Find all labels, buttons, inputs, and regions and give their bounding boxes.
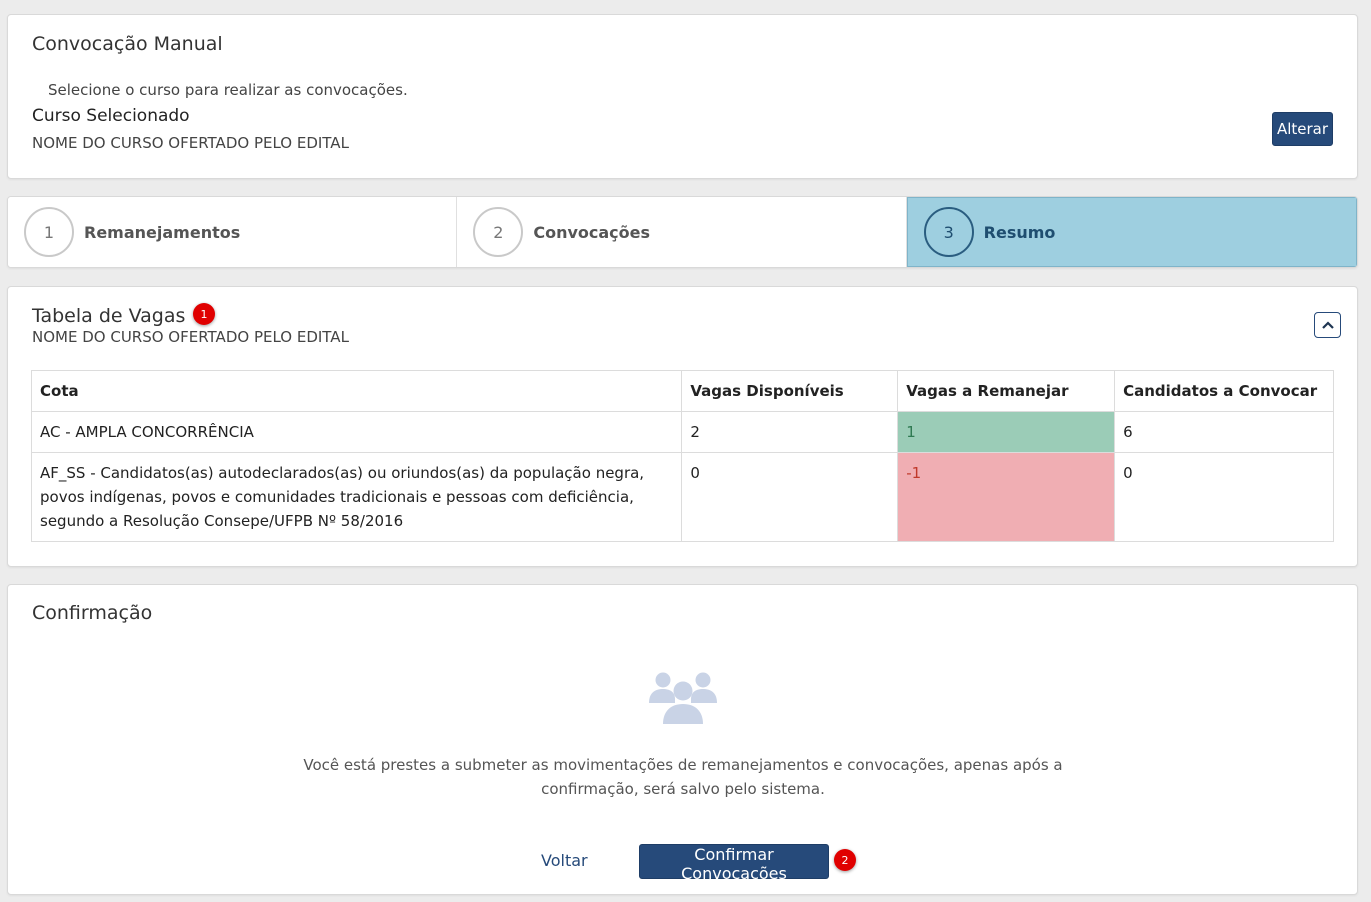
candidatos-convocar-cell: 0 — [1114, 452, 1334, 542]
candidatos-convocar-cell: 6 — [1114, 411, 1334, 453]
back-link[interactable]: Voltar — [541, 851, 588, 870]
vagas-remanejar-cell: 1 — [897, 411, 1116, 453]
step-label: Remanejamentos — [84, 222, 241, 242]
vagas-table-title: Tabela de Vagas — [32, 305, 186, 327]
page-title: Convocação Manual — [32, 33, 223, 55]
confirm-convocations-button[interactable]: Confirmar Convocações — [639, 844, 829, 883]
annotation-badge: 2 — [834, 849, 856, 871]
vagas-disponiveis-cell: 0 — [681, 452, 899, 542]
table-header-row: Cota Vagas Disponíveis Vagas a Remanejar… — [30, 370, 1334, 412]
step-remanejamentos[interactable]: 1 Remanejamentos — [8, 197, 458, 267]
chevron-up-icon — [1321, 321, 1334, 329]
step-label: Resumo — [983, 222, 1056, 242]
step-convocacoes[interactable]: 2 Convocações — [457, 197, 907, 267]
course-selection-card: Convocação Manual Selecione o curso para… — [7, 14, 1358, 179]
step-number: 2 — [473, 207, 524, 257]
vagas-table-card: Tabela de Vagas 1 NOME DO CURSO OFERTADO… — [7, 286, 1358, 567]
collapse-button[interactable] — [1314, 312, 1341, 338]
confirmation-card: Confirmação Você está prestes a submeter… — [7, 584, 1358, 895]
confirmation-message: Você está prestes a submeter as moviment… — [303, 756, 1063, 798]
step-number: 3 — [923, 207, 974, 257]
alter-course-button[interactable]: Alterar — [1272, 112, 1333, 146]
column-header: Candidatos a Convocar — [1114, 370, 1334, 412]
step-number: 1 — [24, 207, 74, 257]
confirmation-title: Confirmação — [32, 602, 153, 624]
vagas-disponiveis-cell: 2 — [681, 411, 899, 453]
step-resumo[interactable]: 3 Resumo — [906, 197, 1357, 267]
wizard-stepper: 1 Remanejamentos 2 Convocações 3 Resumo — [7, 196, 1358, 268]
vagas-table-subtitle: NOME DO CURSO OFERTADO PELO EDITAL — [32, 328, 349, 346]
cota-cell: AC - AMPLA CONCORRÊNCIA — [30, 411, 683, 453]
table-row: AC - AMPLA CONCORRÊNCIA 2 1 6 — [30, 411, 1334, 453]
column-header: Vagas a Remanejar — [897, 370, 1116, 412]
selected-course-value: NOME DO CURSO OFERTADO PELO EDITAL — [32, 134, 349, 152]
column-header: Vagas Disponíveis — [681, 370, 899, 412]
selected-course-label: Curso Selecionado — [32, 106, 190, 126]
vagas-remanejar-cell: -1 — [897, 452, 1116, 542]
column-header: Cota — [30, 370, 683, 412]
annotation-badge: 1 — [193, 303, 215, 325]
users-group-icon — [649, 672, 717, 724]
selection-hint: Selecione o curso para realizar as convo… — [48, 81, 408, 99]
cota-cell: AF_SS - Candidatos(as) autodeclarados(as… — [30, 452, 683, 542]
table-row: AF_SS - Candidatos(as) autodeclarados(as… — [30, 452, 1334, 542]
step-label: Convocações — [533, 222, 651, 242]
vagas-table: Cota Vagas Disponíveis Vagas a Remanejar… — [30, 370, 1334, 542]
